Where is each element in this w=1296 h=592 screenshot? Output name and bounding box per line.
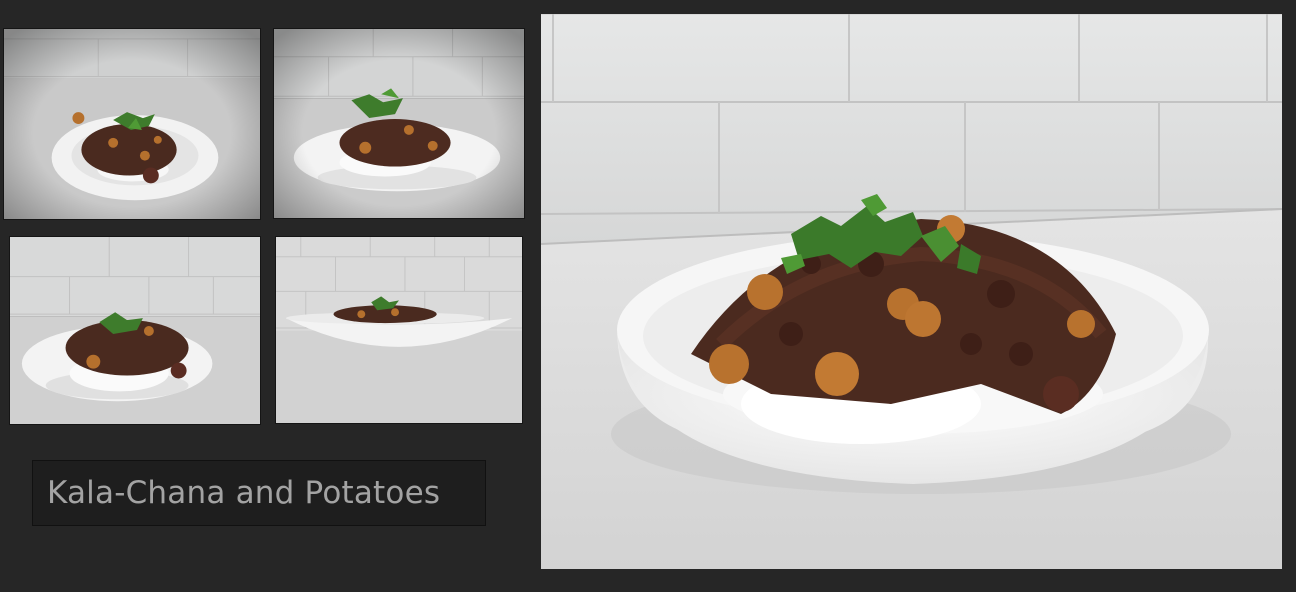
gallery-title: Kala-Chana and Potatoes [47, 475, 441, 511]
photo-image [276, 237, 522, 423]
gallery-title-box: Kala-Chana and Potatoes [32, 460, 486, 526]
thumbnail-top-down-view[interactable] [3, 28, 261, 220]
thumbnail-low-side-view[interactable] [275, 236, 523, 424]
photo-image [4, 29, 260, 219]
thumbnail-angled-view[interactable] [273, 28, 525, 219]
featured-photo-side-view[interactable] [541, 14, 1282, 569]
page-edge-strip [1284, 0, 1296, 592]
thumbnail-side-angle-view[interactable] [9, 236, 261, 425]
photo-image [541, 14, 1282, 569]
photo-image [10, 237, 260, 424]
photo-image [274, 29, 524, 218]
